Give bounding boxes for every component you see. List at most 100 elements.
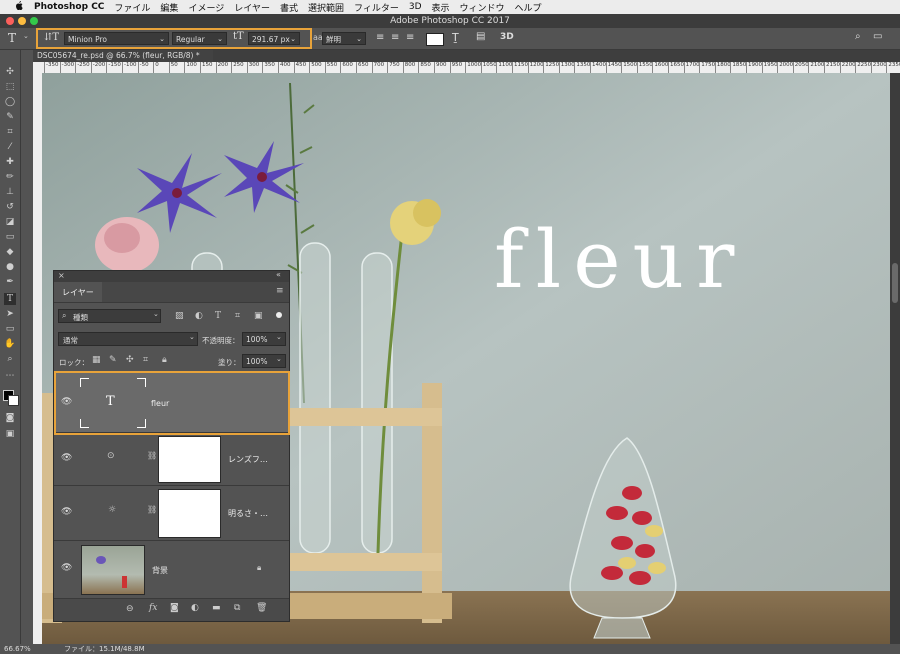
lock-image-icon[interactable]: ✎ <box>109 355 117 365</box>
menu-image[interactable]: イメージ <box>188 1 224 14</box>
zoom-window-button[interactable] <box>30 17 38 25</box>
add-mask-icon[interactable]: ◙ <box>170 603 179 613</box>
shape-filter-icon[interactable]: ⌗ <box>235 311 240 321</box>
zoom-level[interactable]: 66.67% <box>4 644 31 654</box>
layer-mask-thumbnail[interactable] <box>158 436 221 483</box>
type-tool-icon[interactable]: T <box>4 293 16 305</box>
pen-tool-icon[interactable]: ✒ <box>4 276 16 288</box>
new-adjustment-icon[interactable]: ◐ <box>191 603 199 613</box>
type-filter-icon[interactable]: T <box>215 311 221 321</box>
quick-select-tool-icon[interactable]: ✎ <box>4 111 16 123</box>
lock-position-icon[interactable]: ✣ <box>126 355 134 365</box>
text-color-swatch[interactable] <box>426 33 444 46</box>
close-window-button[interactable] <box>6 17 14 25</box>
ruler-tick-label: 900 <box>434 62 447 73</box>
healing-tool-icon[interactable]: ✚ <box>4 156 16 168</box>
new-layer-icon[interactable]: ⧉ <box>234 603 240 613</box>
tab-layers[interactable]: レイヤー <box>54 282 102 302</box>
minimize-window-button[interactable] <box>18 17 26 25</box>
menu-view[interactable]: 表示 <box>432 1 450 14</box>
menu-layer[interactable]: レイヤー <box>234 1 270 14</box>
smart-object-filter-icon[interactable]: ▣ <box>254 311 263 321</box>
lock-transparent-icon[interactable]: ▦ <box>92 355 101 365</box>
threed-button[interactable]: 3D <box>500 32 514 42</box>
link-layers-icon[interactable]: ⊖ <box>126 604 134 614</box>
layer-mask-thumbnail[interactable] <box>158 489 221 538</box>
layer-row-brightness[interactable]: 👁︎ ☼ ⛓ 明るさ・… <box>54 486 289 541</box>
collapse-panel-icon[interactable]: « <box>276 270 281 279</box>
more-tools-icon[interactable]: ⋯ <box>4 370 16 382</box>
delete-layer-icon[interactable]: 🗑︎ <box>256 603 267 613</box>
menu-filter[interactable]: フィルター <box>354 1 399 14</box>
canvas-text-layer[interactable]: fleur <box>494 213 746 306</box>
close-panel-icon[interactable]: × <box>58 271 65 280</box>
align-center-icon[interactable]: ≡ <box>391 32 399 43</box>
opacity-input[interactable]: 100% ⌄ <box>242 332 286 346</box>
lock-icon[interactable]: 🔒︎ <box>257 563 261 573</box>
lock-artboard-icon[interactable]: ⌗ <box>143 355 148 365</box>
move-tool-icon[interactable]: ✣ <box>4 66 16 78</box>
pixel-filter-icon[interactable]: ▨ <box>175 311 184 321</box>
type-tool-icon[interactable]: T <box>8 31 16 45</box>
menu-window[interactable]: ウィンドウ <box>460 1 505 14</box>
lasso-tool-icon[interactable]: ◯ <box>4 96 16 108</box>
screen-mode-icon[interactable]: ▣ <box>4 428 16 440</box>
filter-toggle-icon[interactable] <box>276 312 282 318</box>
menu-file[interactable]: ファイル <box>114 1 150 14</box>
menu-edit[interactable]: 編集 <box>160 1 178 14</box>
panel-menu-icon[interactable]: ≡ <box>276 286 284 296</box>
layer-row-background[interactable]: 👁︎ 背景 🔒︎ <box>54 541 289 599</box>
vertical-scrollbar[interactable] <box>890 73 900 644</box>
align-right-icon[interactable]: ≡ <box>406 32 414 43</box>
menu-type[interactable]: 書式 <box>280 1 298 14</box>
brush-tool-icon[interactable]: ✏ <box>4 171 16 183</box>
search-icon[interactable]: ⌕ <box>855 31 861 42</box>
menu-select[interactable]: 選択範囲 <box>308 1 344 14</box>
eraser-tool-icon[interactable]: ◪ <box>4 216 16 228</box>
ruler-tick-label: 2100 <box>808 62 824 73</box>
align-left-icon[interactable]: ≡ <box>376 32 384 43</box>
clone-stamp-tool-icon[interactable]: ⊥ <box>4 186 16 198</box>
eyedropper-tool-icon[interactable]: ⁄ <box>4 141 16 153</box>
ruler-tick-label: 2150 <box>824 62 840 73</box>
warp-text-icon[interactable]: Ṯ <box>452 31 459 44</box>
scrollbar-thumb[interactable] <box>892 263 898 303</box>
visibility-eye-icon[interactable]: 👁︎ <box>61 507 72 517</box>
blend-mode-select[interactable]: 通常 ⌄ <box>58 332 198 346</box>
workspace-icon[interactable]: ▭ <box>873 31 882 42</box>
new-group-icon[interactable]: ▬ <box>212 603 221 613</box>
dodge-tool-icon[interactable]: ● <box>4 261 16 273</box>
apple-icon[interactable] <box>12 1 26 13</box>
layer-style-icon[interactable]: fx <box>149 603 157 613</box>
layer-filter-select[interactable]: ⌕ 種類 ⌄ <box>58 309 161 323</box>
path-select-tool-icon[interactable]: ➤ <box>4 308 16 320</box>
history-brush-tool-icon[interactable]: ↺ <box>4 201 16 213</box>
tool-preset-chevron-icon[interactable]: ⌄ <box>23 32 29 40</box>
document-tab[interactable]: DSC05674_re.psd @ 66.7% (fleur, RGB/8) * <box>33 50 213 62</box>
background-color-swatch[interactable] <box>8 395 19 406</box>
quick-mask-icon[interactable]: ◙ <box>4 412 16 424</box>
visibility-eye-icon[interactable]: 👁︎ <box>61 453 72 463</box>
hand-tool-icon[interactable]: ✋ <box>4 338 16 350</box>
character-panel-icon[interactable]: ▤ <box>476 31 485 42</box>
window-title: Adobe Photoshop CC 2017 <box>390 16 510 26</box>
gradient-tool-icon[interactable]: ▭ <box>4 231 16 243</box>
fill-input[interactable]: 100% ⌄ <box>242 354 286 368</box>
layer-name[interactable]: レンズフ… <box>228 454 268 465</box>
menu-help[interactable]: ヘルプ <box>515 1 542 14</box>
rectangle-tool-icon[interactable]: ▭ <box>4 323 16 335</box>
app-menu[interactable]: Photoshop CC <box>34 2 104 12</box>
zoom-tool-icon[interactable]: ⌕ <box>4 353 16 365</box>
lock-all-icon[interactable]: 🔒︎ <box>162 355 167 365</box>
crop-tool-icon[interactable]: ⌗ <box>4 126 16 138</box>
layer-name[interactable]: 明るさ・… <box>228 508 268 519</box>
blur-tool-icon[interactable]: ◆ <box>4 246 16 258</box>
adjustment-filter-icon[interactable]: ◐ <box>195 311 203 321</box>
antialias-select[interactable]: 鮮明 ⌄ <box>322 32 366 45</box>
menu-3d[interactable]: 3D <box>409 2 422 12</box>
marquee-tool-icon[interactable]: ⬚ <box>4 81 16 93</box>
layer-name[interactable]: 背景 <box>152 565 168 576</box>
visibility-eye-icon[interactable]: 👁︎ <box>61 563 72 573</box>
layer-row-lens-flare[interactable]: 👁︎ ⊙ ⛓ レンズフ… <box>54 433 289 486</box>
selected-layer-highlight <box>54 371 290 435</box>
